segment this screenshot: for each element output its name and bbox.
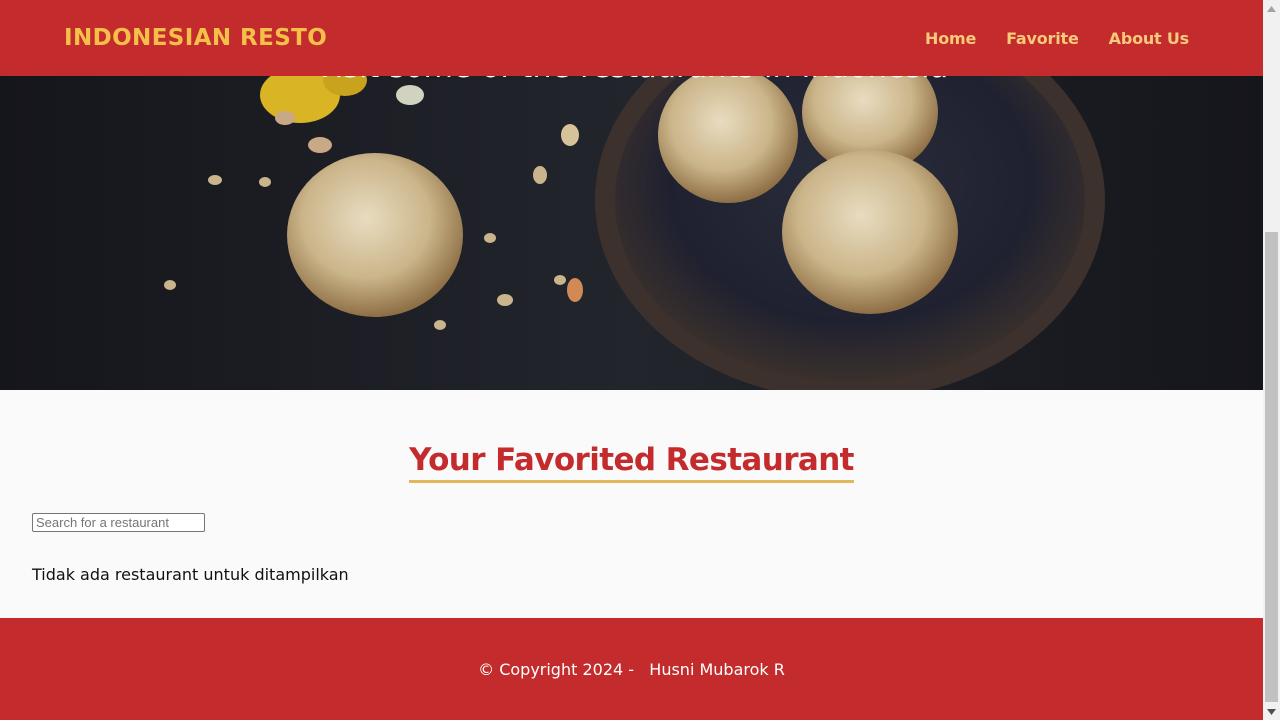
scroll-up-icon[interactable] (1263, 0, 1280, 17)
footer: © Copyright 2024 - Husni Mubarok R (0, 618, 1263, 720)
brand-logo[interactable]: INDONESIAN RESTO (64, 25, 327, 51)
scrollbar-thumb[interactable] (1265, 232, 1278, 702)
app-bar: INDONESIAN RESTO Home Favorite About Us (0, 0, 1263, 76)
page-title-text: Your Favorited Restaurant (409, 442, 855, 483)
vertical-scrollbar[interactable] (1263, 0, 1280, 720)
nav-favorite[interactable]: Favorite (1006, 29, 1079, 48)
nav-home[interactable]: Home (925, 29, 976, 48)
nav-about-us[interactable]: About Us (1109, 29, 1190, 48)
footer-copyright: © Copyright 2024 - Husni Mubarok R (478, 659, 785, 679)
page-title: Your Favorited Restaurant (0, 442, 1263, 483)
main-nav: Home Favorite About Us (895, 29, 1189, 48)
page: Visit some of the restaurants in Indones… (0, 0, 1263, 720)
scroll-down-icon[interactable] (1263, 703, 1280, 720)
search-input[interactable] (32, 513, 205, 532)
empty-state-message: Tidak ada restaurant untuk ditampilkan (32, 565, 349, 584)
main-content: Your Favorited Restaurant Tidak ada rest… (0, 390, 1263, 618)
